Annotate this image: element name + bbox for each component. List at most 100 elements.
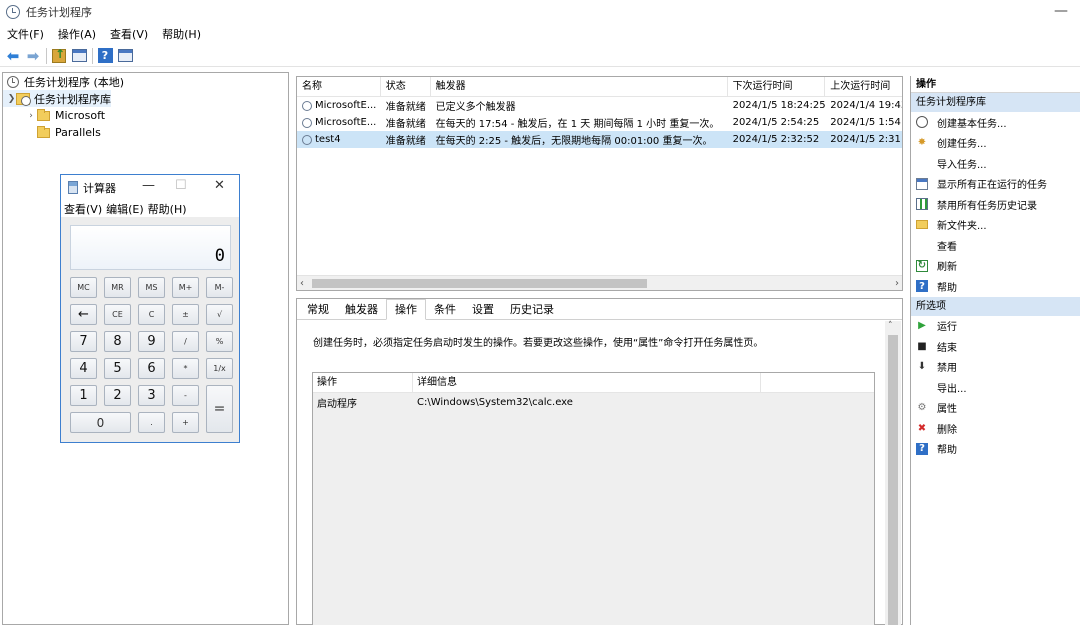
action-item[interactable]: 显示所有正在运行的任务 (911, 174, 1080, 195)
scroll-right-icon[interactable]: › (895, 276, 899, 290)
action-item[interactable]: 导入任务... (911, 153, 1080, 174)
tree-item-microsoft[interactable]: › Microsoft (3, 107, 288, 124)
calc-key[interactable]: % (206, 331, 233, 352)
action-item[interactable]: ■ 结束 (911, 336, 1080, 357)
calc-key[interactable]: ± (172, 304, 199, 325)
tab-history[interactable]: 历史记录 (502, 300, 562, 319)
calc-maximize-button[interactable]: ☐ (175, 178, 187, 193)
create-task-icon: ✸ (917, 137, 927, 149)
calc-close-button[interactable]: ✕ (214, 178, 225, 193)
action-item[interactable]: ▶ 运行 (911, 316, 1080, 337)
calc-key[interactable]: CE (104, 304, 131, 325)
scrollbar-thumb[interactable] (312, 279, 647, 288)
menu-help[interactable]: 帮助(H) (155, 24, 208, 45)
table-row[interactable]: 启动程序 C:\Windows\System32\calc.exe (313, 393, 874, 411)
calc-key[interactable]: 9 (138, 331, 165, 352)
horizontal-scrollbar[interactable]: ‹ › (297, 275, 902, 290)
calc-key[interactable]: 2 (104, 385, 131, 406)
calc-key[interactable]: . (138, 412, 165, 433)
calc-key[interactable]: ← (70, 304, 97, 325)
action-item[interactable]: 创建基本任务... (911, 112, 1080, 133)
tab-triggers[interactable]: 触发器 (337, 300, 386, 319)
action-item[interactable]: ? 帮助 (911, 276, 1080, 297)
table-row[interactable]: MicrosoftE... 准备就绪 在每天的 17:54 - 触发后，在 1 天 … (297, 114, 902, 131)
calc-key[interactable]: M- (206, 277, 233, 298)
column-header-last-run[interactable]: 上次运行时间 (825, 77, 902, 96)
action-item[interactable]: ✖ 删除 (911, 418, 1080, 439)
tab-actions[interactable]: 操作 (386, 299, 426, 320)
task-clock-icon (302, 134, 312, 145)
folder-up-button[interactable] (51, 47, 67, 64)
calc-key[interactable]: 5 (104, 358, 131, 379)
menu-view[interactable]: 查看(V) (103, 24, 155, 45)
calc-key[interactable]: √ (206, 304, 233, 325)
calc-menu-help[interactable]: 帮助(H) (148, 201, 187, 217)
calc-key[interactable]: MC (70, 277, 97, 298)
calc-key[interactable]: - (172, 385, 199, 406)
action-item[interactable]: ⬇ 禁用 (911, 357, 1080, 378)
calc-key[interactable]: 7 (70, 331, 97, 352)
calc-key[interactable]: C (138, 304, 165, 325)
column-header-trigger[interactable]: 触发器 (431, 77, 728, 96)
action-item[interactable]: 查看 (911, 235, 1080, 256)
calc-key[interactable]: MR (104, 277, 131, 298)
actions-pane-header: 操作 (911, 76, 1080, 93)
scrollbar-thumb[interactable] (888, 335, 898, 625)
scroll-up-icon[interactable]: ˄ (888, 321, 893, 331)
calc-minimize-button[interactable]: — (142, 178, 155, 193)
calc-key[interactable]: 3 (138, 385, 165, 406)
calc-key[interactable]: + (172, 412, 199, 433)
calc-key[interactable]: 1 (70, 385, 97, 406)
column-header-name[interactable]: 名称 (297, 77, 381, 96)
tab-settings[interactable]: 设置 (464, 300, 502, 319)
calculator-window[interactable]: 计算器 — ☐ ✕ 查看(V) 编辑(E) 帮助(H) 0 MC MR MS M+ M-… (60, 174, 240, 443)
tree-item-library[interactable]: ❯ 任务计划程序库 (3, 90, 111, 107)
calc-key[interactable]: 1/x (206, 358, 233, 379)
properties-button[interactable] (71, 48, 87, 64)
tab-conditions[interactable]: 条件 (426, 300, 464, 319)
calc-key[interactable]: 0 (70, 412, 131, 433)
calc-key[interactable]: MS (138, 277, 165, 298)
calc-key[interactable]: = (206, 385, 233, 433)
table-row[interactable]: test4 准备就绪 在每天的 2:25 - 触发后，无限期地每隔 00:01:00… (297, 131, 902, 148)
calc-menu-edit[interactable]: 编辑(E) (106, 201, 144, 217)
action-item[interactable]: ? 帮助 (911, 439, 1080, 460)
chevron-down-icon[interactable]: ❯ (7, 94, 16, 104)
table-row[interactable]: MicrosoftE... 准备就绪 已定义多个触发器 2024/1/5 18:24:… (297, 97, 902, 114)
calc-menu-view[interactable]: 查看(V) (64, 201, 102, 217)
minimize-button[interactable]: — (1054, 3, 1068, 19)
action-item[interactable]: ↻ 刷新 (911, 256, 1080, 277)
tab-general[interactable]: 常规 (299, 300, 337, 319)
column-header-details[interactable]: 详细信息 (413, 373, 761, 392)
calc-key[interactable]: 4 (70, 358, 97, 379)
calc-key[interactable]: M+ (172, 277, 199, 298)
calculator-title-bar[interactable]: 计算器 — ☐ ✕ (61, 175, 239, 200)
action-label: 刷新 (937, 262, 957, 274)
column-header-action[interactable]: 操作 (313, 373, 413, 392)
arrow-right-icon[interactable]: ➡ (25, 47, 41, 65)
section-task-library[interactable]: 任务计划程序库 (911, 93, 1080, 112)
action-item[interactable]: 新文件夹... (911, 215, 1080, 236)
section-selected-item[interactable]: 所选项 (911, 296, 1080, 316)
show-pane-button[interactable] (117, 48, 133, 64)
column-header-status[interactable]: 状态 (381, 77, 431, 96)
action-item[interactable]: 禁用所有任务历史记录 (911, 194, 1080, 215)
menu-file[interactable]: 文件(F) (0, 24, 51, 45)
arrow-left-icon[interactable]: ⬅ (5, 47, 21, 65)
calc-key[interactable]: / (172, 331, 199, 352)
tree-item-root[interactable]: 任务计划程序 (本地) (3, 73, 288, 90)
action-item[interactable]: 导出... (911, 377, 1080, 398)
scroll-left-icon[interactable]: ‹ (300, 276, 304, 290)
tree-item-parallels[interactable]: Parallels (3, 124, 288, 141)
chevron-right-icon[interactable]: › (25, 111, 37, 121)
menu-action[interactable]: 操作(A) (51, 24, 103, 45)
calc-key[interactable]: 8 (104, 331, 131, 352)
action-item[interactable]: ✸ 创建任务... (911, 133, 1080, 154)
calc-key[interactable]: 6 (138, 358, 165, 379)
action-item[interactable]: ⚙ 属性 (911, 398, 1080, 419)
vertical-scrollbar[interactable]: ˄ (885, 321, 901, 625)
action-label: 属性 (937, 404, 957, 416)
help-button[interactable]: ? (97, 48, 113, 64)
calc-key[interactable]: * (172, 358, 199, 379)
column-header-next-run[interactable]: 下次运行时间 (728, 77, 826, 96)
